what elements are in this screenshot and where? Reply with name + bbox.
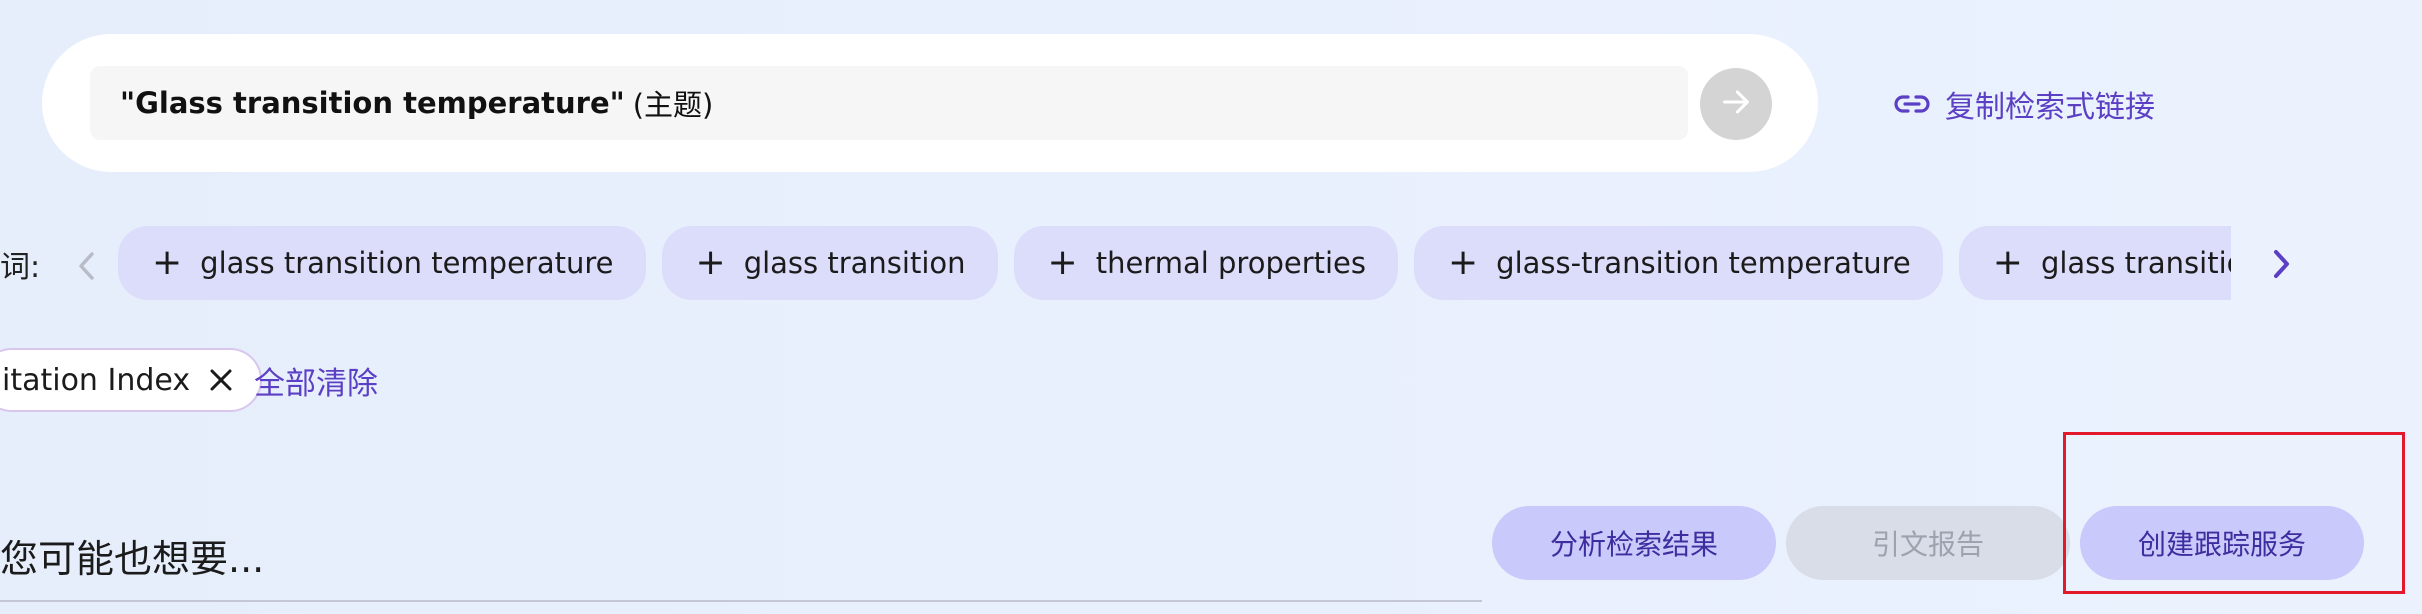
link-icon xyxy=(1893,92,1931,116)
search-bar: "Glass transition temperature" (主题) xyxy=(42,34,1818,172)
related-terms-label: 词: xyxy=(0,250,41,285)
related-term-label: glass transition temperature xyxy=(200,246,614,280)
related-term-chip[interactable]: + thermal properties xyxy=(1013,226,1398,300)
copy-query-link[interactable]: 复制检索式链接 xyxy=(1893,84,2155,125)
citation-report-button[interactable]: 引文报告 xyxy=(1786,506,2070,580)
related-term-chip[interactable]: + glass transition temperature xyxy=(118,226,646,300)
analyze-results-button[interactable]: 分析检索结果 xyxy=(1492,506,1776,580)
arrow-right-icon xyxy=(1719,85,1753,123)
search-query-field: (主题) xyxy=(632,88,714,122)
related-term-label: glass transition temp xyxy=(2040,246,2231,280)
plus-icon: + xyxy=(1448,242,1479,283)
chips-prev-button[interactable] xyxy=(72,248,102,288)
copy-query-link-label: 复制检索式链接 xyxy=(1945,90,2155,125)
plus-icon: + xyxy=(1047,242,1078,283)
clear-all-filters-link[interactable]: 全部清除 xyxy=(254,358,378,403)
related-term-chip[interactable]: + glass transition temp xyxy=(1958,226,2231,300)
create-alert-button[interactable]: 创建跟踪服务 xyxy=(2080,506,2364,580)
you-may-also-like-heading: 您可能也想要... xyxy=(0,537,265,581)
related-term-chip[interactable]: + glass transition xyxy=(661,226,998,300)
related-term-label: glass transition xyxy=(743,246,966,280)
chevron-right-icon xyxy=(2270,247,2292,285)
active-filter-chip: itation Index xyxy=(0,348,263,412)
plus-icon: + xyxy=(1992,242,2023,283)
close-icon[interactable] xyxy=(208,367,234,393)
related-term-label: glass-transition temperature xyxy=(1496,246,1911,280)
plus-icon: + xyxy=(695,242,726,283)
search-query-term: "Glass transition temperature" xyxy=(120,86,625,120)
search-query-display[interactable]: "Glass transition temperature" (主题) xyxy=(90,66,1688,140)
related-term-label: thermal properties xyxy=(1095,246,1366,280)
active-filter-label: itation Index xyxy=(2,362,191,398)
related-terms-carousel: + glass transition temperature + glass t… xyxy=(118,226,2231,300)
related-term-chip[interactable]: + glass-transition temperature xyxy=(1414,226,1943,300)
chips-next-button[interactable] xyxy=(2266,246,2296,286)
chevron-left-icon xyxy=(76,249,98,287)
plus-icon: + xyxy=(152,242,183,283)
divider xyxy=(0,600,1482,602)
search-submit-button[interactable] xyxy=(1700,68,1772,140)
